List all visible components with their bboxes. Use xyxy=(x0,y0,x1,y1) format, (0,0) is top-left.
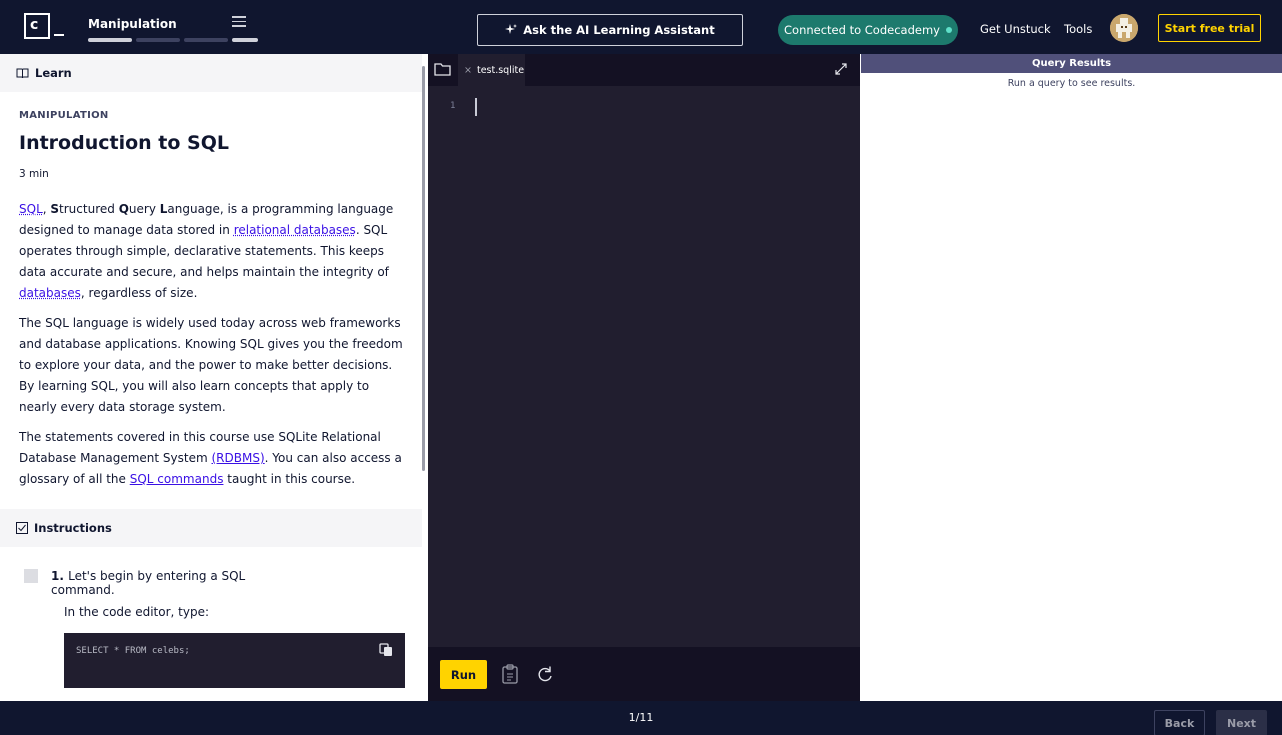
text-bold: S xyxy=(50,202,60,216)
step-number: 1. xyxy=(51,569,64,583)
progress-segment xyxy=(136,38,180,42)
text-span: taught in this course. xyxy=(223,472,356,486)
module-title: Manipulation xyxy=(88,17,177,31)
lesson-eyebrow: MANIPULATION xyxy=(19,110,109,121)
reset-icon[interactable] xyxy=(536,665,554,683)
code-snippet: SELECT * FROM celebs; xyxy=(76,646,190,656)
text-span: tructured xyxy=(59,202,119,216)
ai-assistant-button[interactable]: Ask the AI Learning Assistant xyxy=(477,14,743,46)
ai-assistant-label: Ask the AI Learning Assistant xyxy=(523,23,715,37)
instructions-section-header: Instructions xyxy=(0,509,422,547)
step-description: Let's begin by entering a SQL command. xyxy=(51,569,246,597)
avatar[interactable] xyxy=(1110,14,1138,42)
module-progress-bar xyxy=(88,38,258,42)
rdbms-link[interactable]: (RDBMS) xyxy=(212,451,265,465)
sparkle-icon xyxy=(505,24,518,34)
status-dot-icon xyxy=(945,27,952,33)
relational-databases-link[interactable]: relational databases xyxy=(234,223,356,237)
close-tab-icon[interactable]: × xyxy=(464,65,472,76)
page-counter: 1/11 xyxy=(628,711,654,724)
code-snippet-block: SELECT * FROM celebs; xyxy=(64,633,405,688)
tab-label: test.sqlite xyxy=(476,64,525,76)
text-bold: Q xyxy=(118,202,129,216)
expand-icon[interactable] xyxy=(834,62,848,76)
get-unstuck-link[interactable]: Get Unstuck xyxy=(980,22,1051,36)
code-input-area[interactable] xyxy=(468,92,853,642)
learn-section-header: Learn xyxy=(0,54,422,92)
avatar-pixel-icon xyxy=(1110,14,1138,42)
step-checkbox xyxy=(24,569,38,583)
back-button[interactable]: Back xyxy=(1154,710,1205,735)
logo-text: c xyxy=(30,17,39,33)
hamburger-menu-icon[interactable] xyxy=(232,16,246,28)
code-editor-panel: × test.sqlite 1 Run xyxy=(428,54,860,701)
lesson-title: Introduction to SQL xyxy=(19,132,229,154)
text-span: uery xyxy=(128,202,160,216)
query-results-message: Run a query to see results. xyxy=(1007,78,1136,89)
progress-segment xyxy=(184,38,228,42)
lesson-duration: 3 min xyxy=(19,168,49,180)
lesson-paragraph-3: The statements covered in this course us… xyxy=(19,427,409,490)
databases-link[interactable]: databases xyxy=(19,286,81,300)
logo-underscore xyxy=(54,34,64,36)
instructions-section-label: Instructions xyxy=(34,521,112,535)
line-number: 1 xyxy=(450,101,456,111)
sql-link[interactable]: SQL xyxy=(19,202,43,216)
progress-segment xyxy=(232,38,258,42)
step-text: 1. Let's begin by entering a SQL command… xyxy=(51,569,301,597)
checkbox-icon xyxy=(16,522,28,534)
run-button[interactable]: Run xyxy=(440,660,487,689)
book-icon xyxy=(16,68,29,78)
editor-toolbar: Run xyxy=(428,647,860,701)
progress-segment xyxy=(88,38,132,42)
step-subtext: In the code editor, type: xyxy=(64,605,210,619)
lesson-paragraph-2: The SQL language is widely used today ac… xyxy=(19,316,403,414)
codecademy-logo[interactable]: c xyxy=(24,13,50,39)
learn-panel-scrollbar[interactable] xyxy=(422,66,425,471)
text-cursor xyxy=(475,98,477,116)
editor-tab-bar: × test.sqlite xyxy=(428,54,860,86)
query-results-header: Query Results xyxy=(861,54,1282,73)
learn-panel: Learn MANIPULATION Introduction to SQL 3… xyxy=(0,54,422,701)
next-button[interactable]: Next xyxy=(1216,710,1267,735)
sql-commands-link[interactable]: SQL commands xyxy=(130,472,224,486)
connection-status-badge[interactable]: Connected to Codecademy xyxy=(778,15,958,45)
text-span: , regardless of size. xyxy=(80,286,198,300)
query-results-panel: Run a query to see results. xyxy=(861,73,1282,701)
tools-link[interactable]: Tools xyxy=(1064,22,1092,36)
top-nav-bar: c Manipulation Ask the AI Learning Assis… xyxy=(0,0,1282,54)
start-free-trial-button[interactable]: Start free trial xyxy=(1158,14,1261,42)
lesson-footer: 1/11 Back Next xyxy=(0,701,1282,735)
copy-icon[interactable] xyxy=(379,643,393,657)
connection-status-label: Connected to Codecademy xyxy=(784,23,940,37)
lesson-paragraph-1: SQL, Structured Query Language, is a pro… xyxy=(19,199,409,304)
clipboard-icon[interactable] xyxy=(502,664,518,684)
learn-section-label: Learn xyxy=(35,66,72,80)
folder-icon[interactable] xyxy=(434,61,452,77)
tab-test-sqlite[interactable]: × test.sqlite xyxy=(458,54,525,86)
